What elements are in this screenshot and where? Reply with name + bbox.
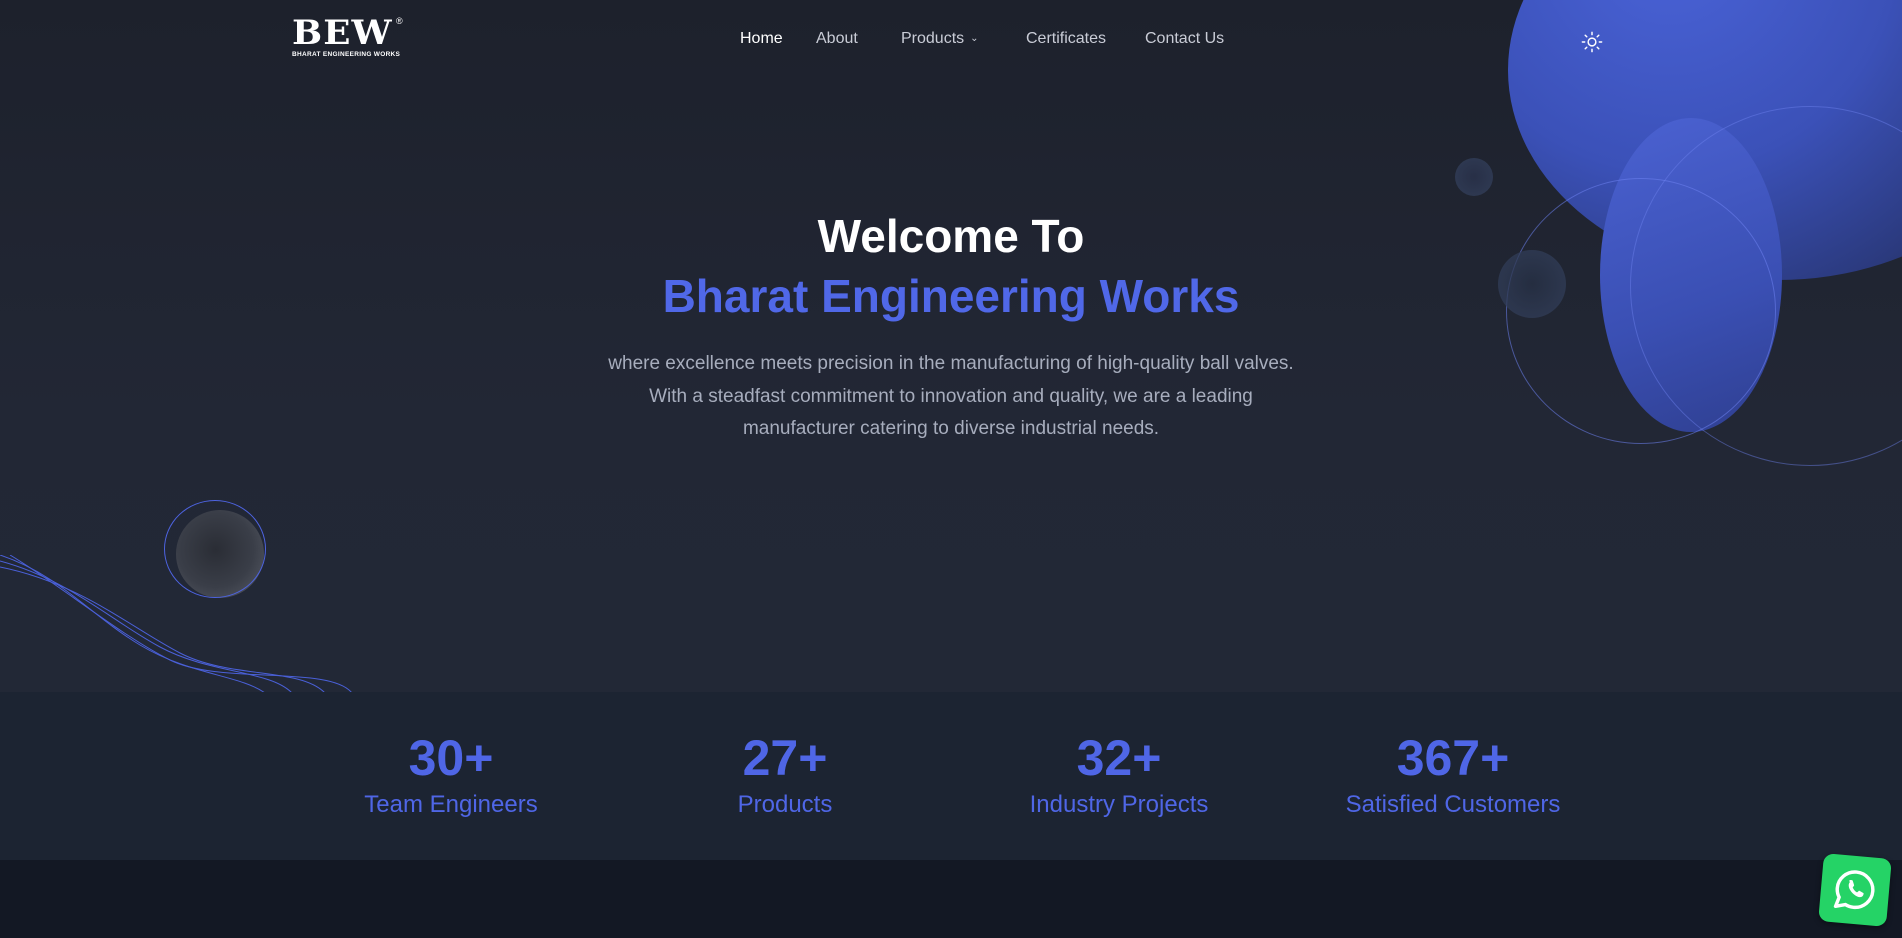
hero-section: BEW ® BHARAT ENGINEERING WORKS Home Abou… — [0, 0, 1902, 692]
stat-team-engineers: 30+ Team Engineers — [291, 730, 611, 822]
hero-description-line: where excellence meets precision in the … — [608, 353, 1294, 374]
top-navbar: BEW ® BHARAT ENGINEERING WORKS Home Abou… — [0, 0, 1902, 80]
whatsapp-button[interactable] — [1818, 853, 1892, 927]
registered-mark: ® — [396, 16, 403, 26]
stat-label: Products — [737, 791, 833, 818]
stat-label: Industry Projects — [1029, 791, 1209, 818]
nav-products[interactable]: Products ⌄ — [901, 30, 979, 48]
decorative-ring — [164, 500, 266, 598]
nav-home[interactable]: Home — [740, 30, 783, 48]
nav-products-label: Products — [901, 30, 965, 47]
hero-description-line: With a steadfast commitment to innovatio… — [649, 385, 1253, 407]
whatsapp-icon — [1833, 870, 1875, 909]
decorative-bubble — [1455, 158, 1493, 196]
stat-label: Satisfied Customers — [1345, 791, 1561, 818]
chevron-down-icon: ⌄ — [970, 33, 979, 44]
decorative-wave-lines — [0, 555, 352, 692]
stat-label: Team Engineers — [364, 791, 538, 818]
brand-logo[interactable]: BEW ® BHARAT ENGINEERING WORKS — [292, 16, 403, 62]
stat-value: 30+ — [408, 730, 494, 786]
stat-value: 32+ — [1076, 730, 1162, 786]
stat-satisfied-customers: 367+ Satisfied Customers — [1293, 730, 1613, 822]
hero-title: Welcome To — [817, 210, 1085, 262]
next-section — [0, 860, 1902, 938]
stat-value: 367+ — [1396, 730, 1510, 786]
sun-icon — [1581, 31, 1603, 53]
stat-products: 27+ Products — [625, 730, 945, 822]
stats-section: 30+ Team Engineers 27+ Products 32+ Indu… — [0, 692, 1902, 860]
logo-text: BEW — [292, 13, 393, 53]
hero-description: where excellence meets precision in the … — [551, 348, 1351, 446]
stat-value: 27+ — [742, 730, 828, 786]
hero-company-name: Bharat Engineering Works — [662, 270, 1240, 322]
theme-toggle-button[interactable] — [1580, 30, 1604, 54]
hero-description-line: manufacturer catering to diverse industr… — [742, 418, 1160, 439]
nav-certificates[interactable]: Certificates — [1026, 30, 1106, 48]
nav-about[interactable]: About — [816, 30, 858, 48]
decorative-sphere — [176, 510, 264, 598]
stat-industry-projects: 32+ Industry Projects — [959, 730, 1279, 822]
nav-contact-us[interactable]: Contact Us — [1145, 30, 1224, 48]
